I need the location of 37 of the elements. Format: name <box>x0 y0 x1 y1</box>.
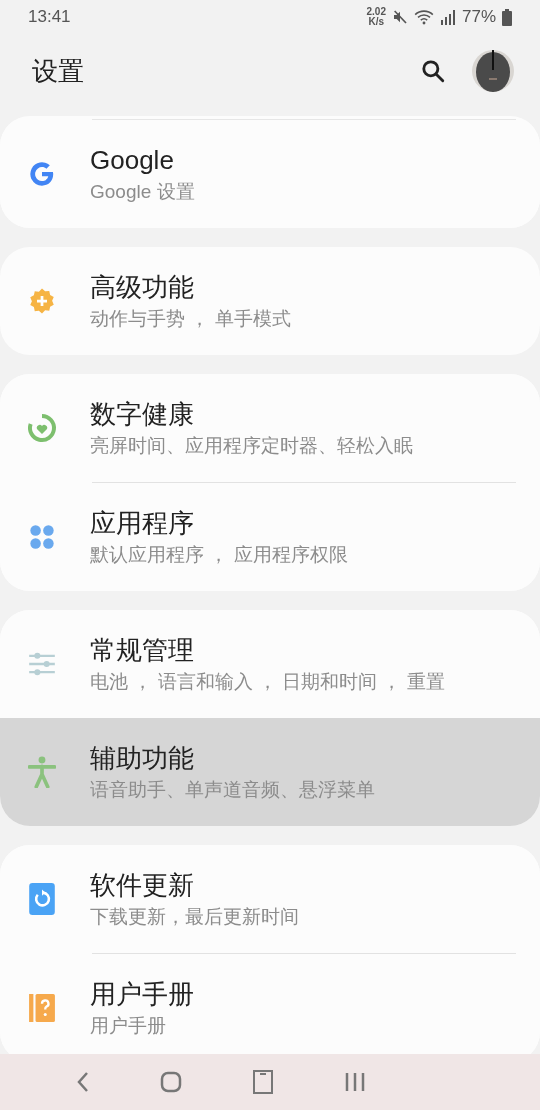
item-subtitle: 下载更新，最后更新时间 <box>90 905 299 929</box>
refresh-square-icon <box>29 883 55 915</box>
battery-percent: 77% <box>461 6 496 29</box>
item-title: 应用程序 <box>90 507 195 539</box>
battery-icon <box>502 8 512 26</box>
accessibility-figure-icon <box>28 756 56 788</box>
clock-time: 13:41 <box>28 6 71 29</box>
item-title: 数字健康 <box>90 398 195 430</box>
four-dots-icon <box>28 523 56 551</box>
item-title: Google <box>90 144 175 176</box>
item-subtitle: 默认应用程序 ， 应用程序权限 <box>90 543 348 567</box>
mute-icon <box>391 9 408 25</box>
recents-icon[interactable] <box>343 1072 366 1092</box>
tablet-icon[interactable] <box>252 1069 274 1095</box>
item-title: 辅助功能 <box>90 742 195 774</box>
item-subtitle: 动作与手势 ， 单手模式 <box>90 307 291 331</box>
settings-item[interactable]: 辅助功能 语音助手、单声道音频、悬浮菜单 <box>0 718 540 826</box>
item-subtitle: 电池 ， 语言和输入 ， 日期和时间 ， 重置 <box>90 670 445 694</box>
item-title: 用户手册 <box>90 978 194 1010</box>
heart-ring-icon <box>26 412 58 444</box>
signal-icon <box>439 9 456 25</box>
item-subtitle: 用户手册 <box>90 1014 167 1038</box>
gear-plus-icon <box>27 286 57 316</box>
wifi-icon <box>413 9 434 25</box>
item-subtitle: 亮屏时间、应用程序定时器、轻松入眠 <box>90 434 413 458</box>
search-icon[interactable] <box>420 58 446 84</box>
page-title: 设置 <box>32 54 84 88</box>
book-question-icon <box>29 994 55 1022</box>
sliders-icon <box>28 652 56 676</box>
network-speed: 2.02 K/s <box>366 7 386 27</box>
item-subtitle: Google 设置 <box>90 180 195 204</box>
item-title: 软件更新 <box>90 869 195 901</box>
item-title: 高级功能 <box>90 271 195 303</box>
google-g-icon <box>28 160 56 188</box>
item-title: 常规管理 <box>90 634 195 666</box>
item-subtitle: 语音助手、单声道音频、悬浮菜单 <box>90 778 375 802</box>
home-icon[interactable] <box>160 1071 183 1093</box>
